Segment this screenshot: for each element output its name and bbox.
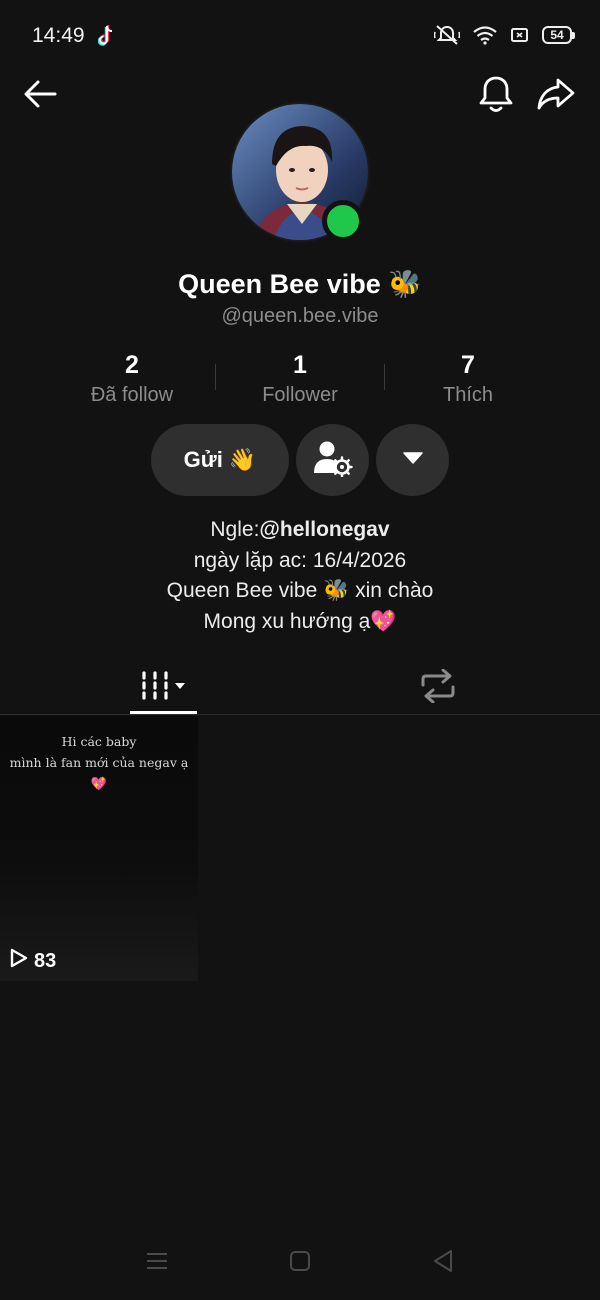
menu-icon — [146, 1251, 168, 1276]
heart-emoji: 💖 — [90, 777, 108, 792]
system-navigation-bar — [0, 1240, 600, 1286]
videos-grid-icon — [139, 670, 189, 706]
recent-apps-button[interactable] — [142, 1250, 172, 1276]
video-caption-line-1: Hi các baby — [61, 734, 137, 749]
tabs-divider — [0, 714, 600, 715]
home-icon — [289, 1250, 311, 1277]
home-button[interactable] — [285, 1250, 315, 1276]
tab-videos[interactable] — [130, 660, 197, 716]
send-button-label: Gửi 👋 — [183, 447, 257, 472]
bio-line-1-prefix: Ngle: — [210, 518, 260, 541]
wifi-icon — [472, 25, 498, 45]
more-options-button[interactable] — [376, 424, 449, 496]
share-icon — [536, 76, 576, 117]
share-button[interactable] — [534, 74, 578, 118]
online-status-dot — [322, 200, 364, 242]
repost-icon — [419, 668, 457, 708]
mute-icon — [434, 24, 460, 46]
sim-icon — [510, 26, 530, 44]
back-arrow-icon — [22, 79, 58, 114]
back-triangle-icon — [432, 1249, 454, 1278]
profile-bio: Ngle:@hellonegav ngày lặp ac: 16/4/2026 … — [0, 515, 600, 637]
system-back-button[interactable] — [428, 1249, 458, 1278]
stat-likes[interactable]: 7 Thích — [384, 350, 552, 409]
profile-name: Queen Bee vibe 🐝 — [178, 269, 422, 299]
play-icon — [10, 948, 28, 974]
notifications-button[interactable] — [474, 74, 518, 118]
stat-likes-label: Thích — [442, 384, 494, 406]
manage-account-button[interactable] — [296, 424, 369, 496]
bell-icon — [478, 74, 514, 119]
stat-followers[interactable]: 1 Follower — [216, 350, 384, 409]
status-bar: 14:49 54 — [0, 0, 600, 72]
stat-likes-value: 7 — [461, 351, 475, 379]
back-button[interactable] — [18, 74, 62, 118]
bio-line-1: Ngle:@hellonegav — [0, 515, 600, 546]
stat-following-value: 2 — [125, 351, 139, 379]
stat-followers-label: Follower — [262, 384, 338, 406]
stat-following-label: Đã follow — [90, 384, 174, 406]
video-caption-line-2: mình là fan mới của negav ạ 💖 — [0, 752, 198, 795]
bio-line-3: Queen Bee vibe 🐝 xin chào — [166, 579, 434, 602]
bio-mention-link[interactable]: @hellonegav — [259, 518, 389, 541]
video-view-count: 83 — [10, 948, 56, 974]
battery-icon: 54 — [542, 26, 575, 44]
status-time: 14:49 — [32, 24, 85, 47]
battery-level: 54 — [550, 28, 564, 42]
stat-followers-value: 1 — [293, 351, 307, 379]
video-caption-line-2-text: mình là fan mới của negav ạ — [9, 755, 189, 770]
caret-down-icon — [402, 451, 423, 470]
profile-handle: @queen.bee.vibe — [221, 305, 379, 327]
video-thumbnail[interactable]: Hi các baby mình là fan mới của negav ạ … — [0, 716, 198, 981]
send-message-button[interactable]: Gửi 👋 — [151, 424, 289, 496]
user-settings-icon — [313, 439, 353, 482]
stat-following[interactable]: 2 Đã follow — [48, 350, 216, 409]
tiktok-icon — [97, 24, 118, 48]
video-caption: Hi các baby mình là fan mới của negav ạ … — [0, 731, 198, 795]
tab-reposts[interactable] — [404, 660, 471, 716]
bio-line-4: Mong xu hướng ạ💖 — [203, 609, 397, 633]
view-count-value: 83 — [34, 949, 57, 972]
bio-line-2: ngày lặp ac: 16/4/2026 — [193, 548, 407, 572]
